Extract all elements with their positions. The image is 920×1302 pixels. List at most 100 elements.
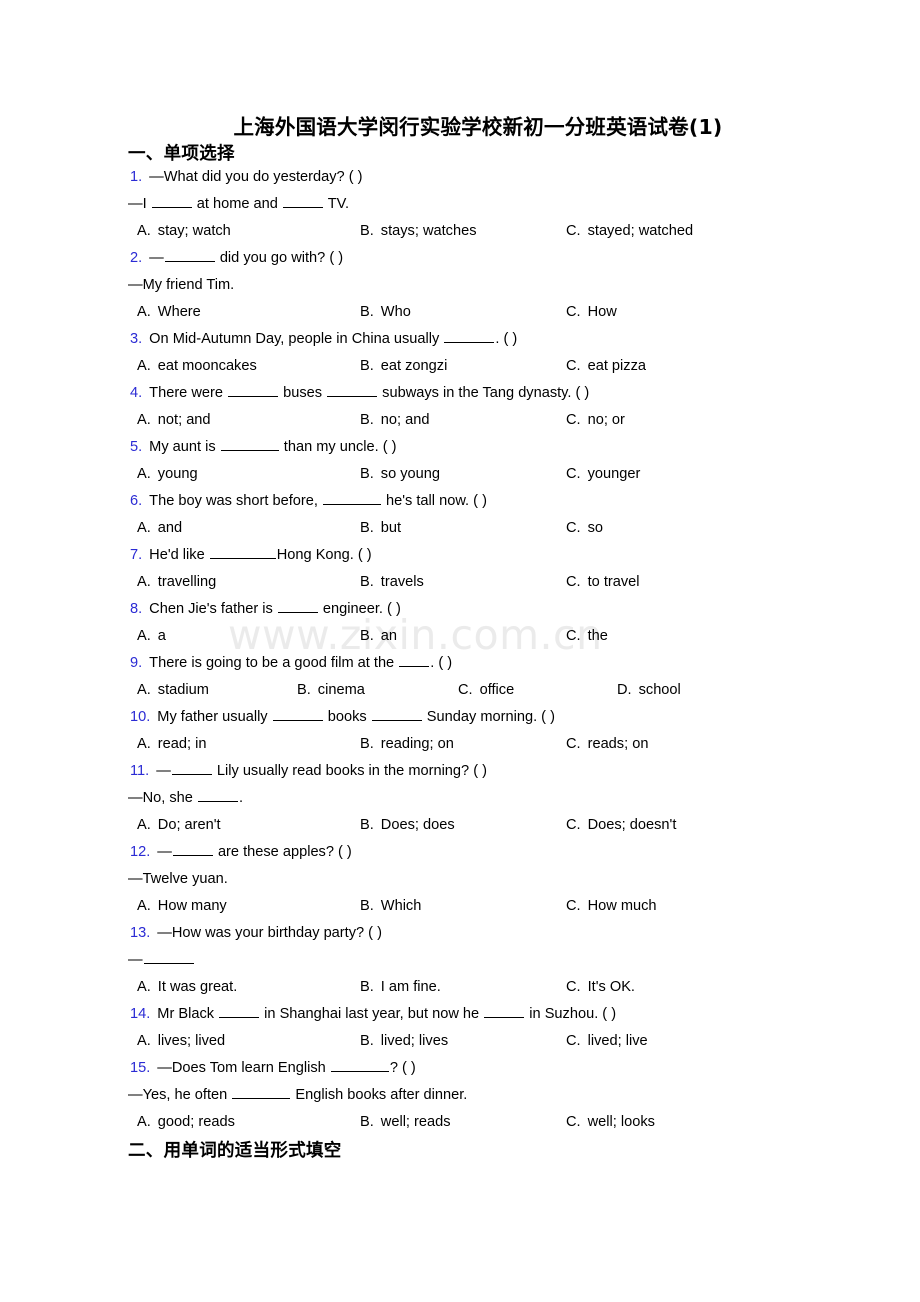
option-label: A. — [137, 304, 151, 320]
option-text: lived; lives — [380, 1033, 449, 1049]
fill-in-blank[interactable] — [171, 761, 212, 775]
option-c[interactable]: C. office — [458, 677, 514, 704]
option-b[interactable]: B. cinema — [297, 677, 365, 704]
question-stem-text: My father usually books Sunday morning. … — [157, 709, 555, 725]
fill-in-blank[interactable] — [371, 707, 422, 721]
option-a[interactable]: A. lives; lived — [137, 1028, 225, 1055]
option-b[interactable]: B. well; reads — [360, 1109, 451, 1136]
option-b[interactable]: B. eat zongzi — [360, 353, 447, 380]
fill-in-blank[interactable] — [330, 1058, 389, 1072]
option-c[interactable]: C. no; or — [566, 407, 625, 434]
option-b[interactable]: B. reading; on — [360, 731, 454, 758]
option-a[interactable]: A. stay; watch — [137, 218, 231, 245]
option-a[interactable]: A. read; in — [137, 731, 206, 758]
option-text: cinema — [317, 682, 365, 698]
option-c[interactable]: C. lived; live — [566, 1028, 648, 1055]
option-b[interactable]: B. lived; lives — [360, 1028, 448, 1055]
option-text: stays; watches — [380, 223, 477, 239]
option-label: A. — [137, 628, 151, 644]
question-continuation-line: —My friend Tim. — [0, 272, 920, 299]
option-b[interactable]: B. Which — [360, 893, 421, 920]
option-text: travels — [380, 574, 424, 590]
fill-in-blank[interactable] — [220, 437, 279, 451]
option-a[interactable]: A. stadium — [137, 677, 209, 704]
option-a[interactable]: A. and — [137, 515, 182, 542]
fill-in-blank[interactable] — [172, 842, 213, 856]
section-heading-1: 一、单项选择 — [128, 144, 235, 164]
option-c[interactable]: C. It's OK. — [566, 974, 635, 1001]
fill-in-blank[interactable] — [197, 788, 238, 802]
option-c[interactable]: C. so — [566, 515, 603, 542]
option-label: A. — [137, 682, 151, 698]
option-c[interactable]: C. the — [566, 623, 608, 650]
fill-in-blank[interactable] — [219, 1004, 260, 1018]
option-label: C. — [566, 358, 581, 374]
fill-in-blank[interactable] — [143, 950, 194, 964]
option-a[interactable]: A. a — [137, 623, 166, 650]
option-b[interactable]: B. but — [360, 515, 401, 542]
option-d[interactable]: D. school — [617, 677, 681, 704]
option-b[interactable]: B. an — [360, 623, 397, 650]
option-a[interactable]: A. How many — [137, 893, 227, 920]
option-c[interactable]: C. well; looks — [566, 1109, 655, 1136]
fill-in-blank[interactable] — [282, 194, 323, 208]
fill-in-blank[interactable] — [232, 1085, 291, 1099]
option-label: A. — [137, 574, 151, 590]
option-b[interactable]: B. no; and — [360, 407, 430, 434]
option-b[interactable]: B. stays; watches — [360, 218, 477, 245]
option-text: reads; on — [587, 736, 649, 752]
option-text: Do; aren't — [157, 817, 221, 833]
fill-in-blank[interactable] — [322, 491, 381, 505]
option-label: C. — [566, 979, 581, 995]
option-c[interactable]: C. How much — [566, 893, 657, 920]
option-c[interactable]: C. reads; on — [566, 731, 648, 758]
question-stem: 9. There is going to be a good film at th… — [130, 650, 452, 677]
fill-in-blank[interactable] — [272, 707, 323, 721]
option-label: C. — [566, 304, 581, 320]
option-b[interactable]: B. so young — [360, 461, 440, 488]
fill-in-blank[interactable] — [164, 248, 215, 262]
option-c[interactable]: C. younger — [566, 461, 640, 488]
option-b[interactable]: B. Does; does — [360, 812, 455, 839]
option-text: the — [587, 628, 608, 644]
question-continuation-text: —Yes, he often English books after dinne… — [128, 1085, 468, 1103]
option-a[interactable]: A. not; and — [137, 407, 211, 434]
fill-in-blank[interactable] — [151, 194, 192, 208]
option-label: B. — [360, 223, 374, 239]
option-a[interactable]: A. Do; aren't — [137, 812, 221, 839]
option-b[interactable]: B. travels — [360, 569, 424, 596]
fill-in-blank[interactable] — [327, 383, 378, 397]
option-label: C. — [566, 1033, 581, 1049]
option-a[interactable]: A. eat mooncakes — [137, 353, 257, 380]
fill-in-blank[interactable] — [209, 545, 276, 559]
question-stem-line: 11. — Lily usually read books in the morn… — [0, 758, 920, 785]
option-label: A. — [137, 358, 151, 374]
fill-in-blank[interactable] — [228, 383, 279, 397]
option-a[interactable]: A. young — [137, 461, 198, 488]
option-a[interactable]: A. It was great. — [137, 974, 237, 1001]
option-label: B. — [360, 358, 374, 374]
question-options-line: A. a B. an C. the — [0, 623, 920, 650]
option-b[interactable]: B. Who — [360, 299, 411, 326]
option-text: travelling — [157, 574, 217, 590]
option-a[interactable]: A. Where — [137, 299, 201, 326]
option-b[interactable]: B. I am fine. — [360, 974, 441, 1001]
option-label: A. — [137, 412, 151, 428]
option-c[interactable]: C. How — [566, 299, 617, 326]
option-text: Where — [157, 304, 201, 320]
option-text: It was great. — [157, 979, 238, 995]
question-options-line: A. and B. but C. so — [0, 515, 920, 542]
fill-in-blank[interactable] — [399, 653, 430, 667]
fill-in-blank[interactable] — [484, 1004, 525, 1018]
fill-in-blank[interactable] — [277, 599, 318, 613]
option-a[interactable]: A. travelling — [137, 569, 216, 596]
fill-in-blank[interactable] — [444, 329, 495, 343]
option-c[interactable]: C. eat pizza — [566, 353, 646, 380]
option-c[interactable]: C. to travel — [566, 569, 640, 596]
option-c[interactable]: C. Does; doesn't — [566, 812, 676, 839]
option-text: I am fine. — [380, 979, 441, 995]
option-a[interactable]: A. good; reads — [137, 1109, 235, 1136]
option-c[interactable]: C. stayed; watched — [566, 218, 693, 245]
question-continuation-text: — — [128, 947, 195, 974]
question-stem-text: There were buses subways in the Tang dyn… — [149, 383, 590, 401]
